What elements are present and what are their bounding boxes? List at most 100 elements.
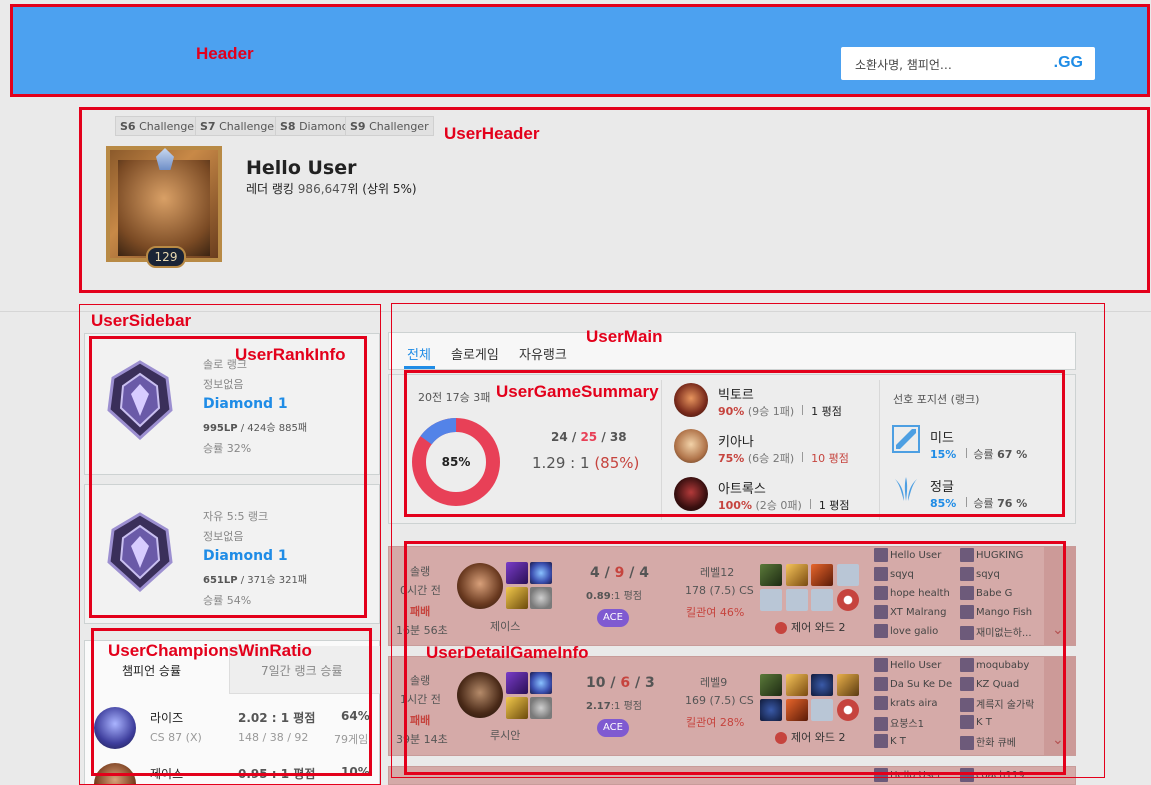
champion-row[interactable]: 라이즈 CS 87 (X) 2.02 : 1 평점 148 / 38 / 92 … [84,697,380,757]
champion-avatar [674,383,708,417]
summoner-name: Hello User [246,157,357,179]
summary-kda: 24 / 25 / 38 [551,430,627,444]
player-name[interactable]: moqubaby [960,658,1044,672]
chevron-down-icon: ⌄ [1052,732,1064,748]
summary-champion-stats: 90% (9승 1패) 1 평점 [718,405,842,418]
game-champion-name: 루시안 [490,729,521,742]
player-name[interactable]: 한화 큐베 [960,734,1044,750]
active-tab-indicator [404,366,435,369]
player-name[interactable]: sqyq [874,567,958,581]
game-champion-name: 제이스 [490,620,521,633]
flex-rank-type: 자유 5:5 랭크 [203,510,269,523]
player-name[interactable]: Hello User [874,768,958,782]
player-name[interactable]: sqyq [960,567,1044,581]
item-icon [760,564,782,586]
solo-rank-winrate: 승률 32% [203,442,252,455]
game-result: 패배 [410,605,431,618]
game-time-ago: 0시간 전 [400,584,441,597]
summary-champion-stats: 75% (6승 2패) 10 평점 [718,452,849,465]
champion-avatar [674,477,708,511]
game-level: 레벨12 [700,566,735,579]
diamond-emblem-icon [107,360,173,440]
control-ward-count: 제어 와드 2 [775,619,845,635]
search-input[interactable]: 소환사명, 챔피언… .GG [841,47,1095,80]
summary-champion-stats: 100% (2승 0패) 1 평점 [718,499,850,512]
ward-icon [837,699,859,721]
annotation-label-user-sidebar: UserSidebar [91,311,192,330]
player-name[interactable]: Hello User [874,548,958,562]
game-kda-ratio: 2.17:1 평점 [586,701,642,712]
player-name[interactable]: HUGKING [960,548,1044,562]
annotation-label-user-game-summary: UserGameSummary [496,382,659,401]
annotation-label-user-main: UserMain [586,327,663,346]
summary-champion-name: 빅토르 [718,388,754,403]
game-duration: 39분 14초 [396,733,448,746]
tab-all[interactable]: 전체 [407,344,431,363]
champion-games: 79게임 [334,733,369,746]
champion-kda: 0.95 : 1 평점 [238,767,316,781]
search-placeholder: 소환사명, 챔피언… [855,58,952,72]
flex-rank-status: 정보없음 [203,530,244,543]
game-mode: 솔랭 [410,674,431,687]
champion-kda: 2.02 : 1 평점 [238,711,316,725]
position-stats: 15% 승률 67 % [930,448,1028,461]
player-name[interactable]: Mango Fish [960,605,1044,619]
game-result: 패배 [410,714,431,727]
game-kill-participation: 킬관여 28% [686,716,745,729]
rune-icon [530,697,552,719]
position-name: 미드 [930,431,954,446]
champion-row[interactable]: 제이스 0.95 : 1 평점 10% [84,753,380,785]
player-name[interactable]: K T [874,734,958,748]
ward-icon [837,589,859,611]
player-name[interactable]: Babe G [960,586,1044,600]
rune-icon [530,587,552,609]
rune-icon [530,672,552,694]
champion-cs: CS 87 (X) [150,731,202,744]
player-name[interactable]: love galio [874,624,958,638]
spell-icon [506,672,528,694]
player-name[interactable]: K T [960,715,1044,729]
player-name[interactable]: coach119 [960,768,1044,782]
player-name[interactable]: KZ Quad [960,677,1044,691]
tab-solo-game[interactable]: 솔로게임 [451,344,499,363]
player-name[interactable]: hope health [874,586,958,600]
player-name[interactable]: 계륵지 술가락 [960,696,1044,712]
player-name[interactable]: krats aira [874,696,958,710]
player-name[interactable]: 재미없는하... [960,624,1044,640]
tab-champion-winrate[interactable]: 챔피언 승률 [122,662,181,679]
annotation-label-user-detail-game-info: UserDetailGameInfo [426,643,589,662]
tab-flex-rank[interactable]: 자유랭크 [519,344,567,363]
item-slot-empty [811,699,833,721]
ladder-rank: 레더 랭킹 986,647위 (상위 5%) [246,182,417,196]
item-icon [811,564,833,586]
player-name[interactable]: 요붕스1 [874,715,958,731]
flex-rank-winrate: 승률 54% [203,594,252,607]
ace-badge: ACE [597,719,629,737]
champion-avatar [94,763,136,785]
ace-badge: ACE [597,609,629,627]
game-kda: 10 / 6 / 3 [586,675,655,691]
control-ward-count: 제어 와드 2 [775,729,845,745]
game-cs: 178 (7.5) CS [685,584,754,597]
player-name[interactable]: XT Malrang [874,605,958,619]
game-time-ago: 1시간 전 [400,693,441,706]
champion-winrate: 10% [341,765,370,779]
item-icon [786,699,808,721]
game-kill-participation: 킬관여 46% [686,606,745,619]
annotation-label-user-rank-info: UserRankInfo [235,345,346,364]
annotation-label-user-champions-win-ratio: UserChampionsWinRatio [108,641,312,660]
summoner-level: 129 [146,246,186,268]
summary-divider [661,380,662,520]
item-slot-empty [786,589,808,611]
flex-rank-lp: 651LP / 371승 321패 [203,575,308,586]
annotation-label-user-header: UserHeader [444,124,540,143]
item-slot-empty [760,589,782,611]
gg-logo-button[interactable]: .GG [1054,54,1083,72]
player-name[interactable]: Da Su Ke De [874,677,958,691]
tier-tag-s6: S6 Challenger [115,116,204,136]
position-title: 선호 포지션 (랭크) [893,393,980,406]
player-name[interactable]: Hello User [874,658,958,672]
game-duration: 16분 56초 [396,624,448,637]
game-kda: 4 / 9 / 4 [590,565,649,581]
tab-7day-rank-winrate[interactable]: 7일간 랭크 승률 [261,662,343,679]
